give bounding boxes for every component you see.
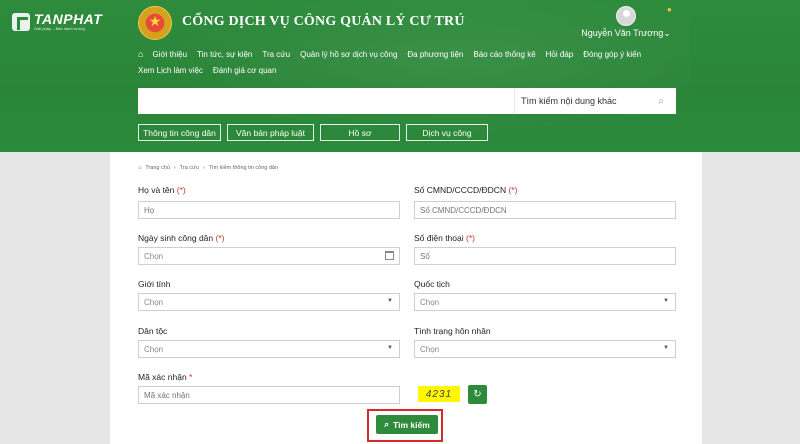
quick-link-van-ban-phap-luat[interactable]: Văn bản pháp luật — [227, 124, 314, 141]
breadcrumb: ⌂ Trang chủ › Tra cứu › Tìm kiếm thông t… — [138, 165, 278, 171]
search-hint[interactable]: Tìm kiếm nội dung khác — [514, 88, 646, 114]
breadcrumb-item-current: Tìm kiếm thông tin công dân — [208, 165, 279, 171]
nav-item-quan-ly-ho-so[interactable]: Quản lý hồ sơ dịch vụ công — [295, 50, 402, 59]
breadcrumb-item-home[interactable]: Trang chủ — [145, 165, 170, 171]
dropdown-arrow-icon: ▼ — [387, 298, 393, 304]
chevron-down-icon[interactable]: ⌄ — [663, 28, 671, 38]
quick-link-thong-tin-cong-dan[interactable]: Thông tin công dân — [138, 124, 221, 141]
label-text: Mã xác nhận — [138, 372, 187, 382]
nav-item-dong-gop[interactable]: Đóng góp ý kiến — [578, 50, 646, 59]
breadcrumb-separator: › — [202, 165, 205, 171]
nav-item-gioi-thieu[interactable]: Giới thiệu — [147, 50, 192, 59]
label-text: Họ và tên — [138, 185, 175, 195]
select-value: Chọn — [144, 297, 164, 307]
quoc-tich-select[interactable]: Chọn ▼ — [414, 293, 676, 311]
dropdown-arrow-icon: ▼ — [387, 345, 393, 351]
nav-item-danh-gia[interactable]: Đánh giá cơ quan — [208, 66, 282, 75]
select-value: Chọn — [420, 297, 440, 307]
dan-toc-select[interactable]: Chọn ▼ — [138, 340, 400, 358]
dropdown-arrow-icon: ▼ — [663, 345, 669, 351]
search-icon[interactable]: ⌕ — [646, 88, 676, 114]
label-ma-xac-nhan: Mã xác nhận * — [138, 372, 192, 382]
label-ngay-sinh: Ngày sinh công dân (*) — [138, 233, 225, 243]
datepicker-placeholder: Chọn — [144, 251, 164, 261]
gioi-tinh-select[interactable]: Chọn ▼ — [138, 293, 400, 311]
select-value: Chọn — [420, 344, 440, 354]
tanphat-logo-icon — [12, 12, 30, 31]
submit-label: Tìm kiếm — [392, 419, 430, 430]
required-mark: (*) — [508, 185, 518, 195]
breadcrumb-home-icon[interactable]: ⌂ — [138, 165, 141, 171]
so-cmnd-input[interactable] — [414, 201, 676, 219]
search-submit-button[interactable]: ⌕ Tìm kiếm — [376, 415, 438, 434]
search-input[interactable] — [138, 88, 514, 114]
label-hon-nhan: Tình trạng hôn nhân — [414, 326, 491, 336]
dropdown-arrow-icon: ▼ — [663, 298, 669, 304]
avatar[interactable] — [616, 6, 636, 26]
user-menu[interactable]: Nguyễn Văn Trương⌄ — [580, 6, 672, 39]
label-so-dien-thoai: Số điện thoại (*) — [414, 233, 475, 243]
nav-item-tra-cuu[interactable]: Tra cứu — [257, 50, 295, 59]
tanphat-watermark: TANPHAT Giải pháp – Bảo hành tương — [12, 12, 102, 31]
nav-item-lich-lam-viec[interactable]: Xem Lịch làm việc — [138, 66, 208, 75]
required-mark: (*) — [215, 233, 225, 243]
label-so-cmnd: Số CMND/CCCD/ĐDCN (*) — [414, 185, 517, 195]
nav-item-tin-tuc[interactable]: Tin tức, sự kiện — [192, 50, 257, 59]
select-value: Chọn — [144, 344, 164, 354]
watermark-brand: TANPHAT — [34, 11, 103, 27]
required-mark: * — [189, 372, 193, 382]
search-bar: Tìm kiếm nội dung khác ⌕ — [138, 88, 676, 114]
refresh-captcha-button[interactable]: ↻ — [468, 385, 487, 404]
site-title[interactable]: CỔNG DỊCH VỤ CÔNG QUẢN LÝ CƯ TRÚ — [182, 14, 465, 30]
label-dan-toc: Dân tộc — [138, 326, 168, 336]
nav-item-da-phuong-tien[interactable]: Đa phương tiện — [402, 50, 468, 59]
home-icon[interactable]: ⌂ — [138, 49, 147, 59]
breadcrumb-separator: › — [173, 165, 176, 171]
label-text: Ngày sinh công dân — [138, 233, 214, 243]
calendar-icon[interactable] — [385, 251, 394, 260]
ma-xac-nhan-input[interactable] — [138, 386, 400, 404]
hon-nhan-select[interactable]: Chọn ▼ — [414, 340, 676, 358]
required-mark: (*) — [466, 233, 475, 243]
label-text: Số CMND/CCCD/ĐDCN — [414, 185, 507, 195]
notification-icon[interactable]: ● — [667, 5, 672, 14]
user-name[interactable]: Nguyễn Văn Trương — [581, 28, 663, 38]
quick-link-ho-so[interactable]: Hồ sơ — [320, 124, 400, 141]
so-dien-thoai-input[interactable] — [414, 247, 676, 265]
label-quoc-tich: Quốc tịch — [414, 279, 450, 289]
label-ho-ten: Họ và tên (*) — [138, 185, 186, 195]
quick-link-dich-vu-cong[interactable]: Dịch vụ công — [406, 124, 488, 141]
watermark-tagline: Giải pháp – Bảo hành tương — [34, 26, 85, 31]
ngay-sinh-datepicker[interactable]: Chọn — [138, 247, 400, 265]
main-nav: ⌂ Giới thiệu Tin tức, sự kiện Tra cứu Qu… — [138, 46, 678, 78]
label-gioi-tinh: Giới tính — [138, 279, 171, 289]
required-mark: (*) — [176, 185, 186, 195]
breadcrumb-item-tra-cuu[interactable]: Tra cứu — [180, 165, 199, 171]
police-emblem-icon[interactable] — [138, 6, 172, 40]
nav-item-hoi-dap[interactable]: Hỏi đáp — [541, 50, 579, 59]
nav-item-bao-cao[interactable]: Báo cáo thống kê — [468, 50, 540, 59]
refresh-icon: ↻ — [473, 389, 482, 400]
captcha-image: 4231 — [418, 386, 460, 402]
label-text: Số điện thoại — [414, 233, 464, 243]
search-icon: ⌕ — [384, 419, 389, 429]
ho-ten-input[interactable] — [138, 201, 400, 219]
quick-links: Thông tin công dân Văn bản pháp luật Hồ … — [138, 124, 488, 141]
